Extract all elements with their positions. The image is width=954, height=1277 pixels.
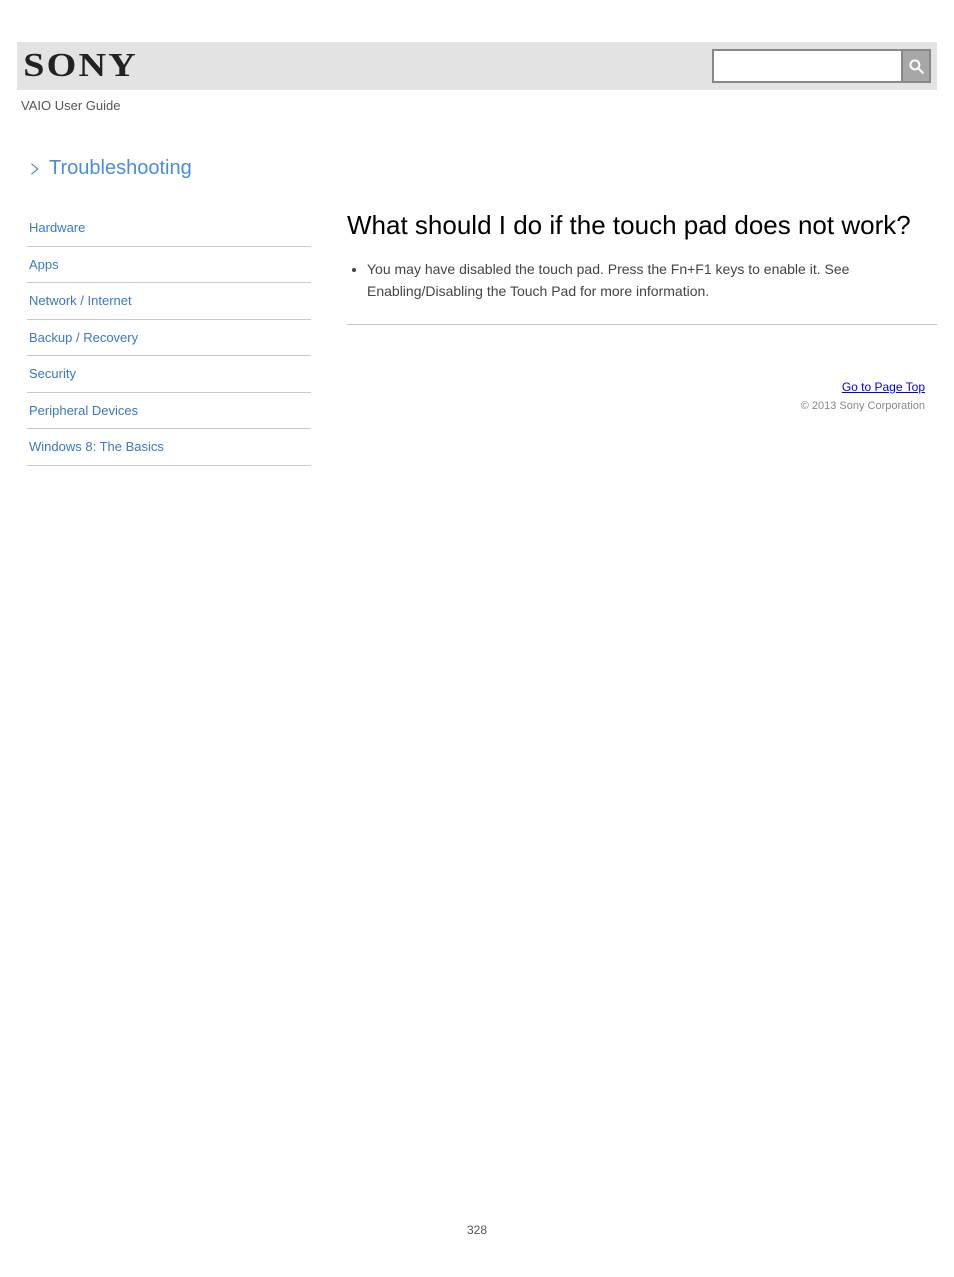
- chevron-right-icon: [27, 162, 41, 176]
- sidebar-item-label: Security: [29, 366, 76, 381]
- sidebar-item-backup[interactable]: Backup / Recovery: [27, 320, 311, 357]
- sidebar-item-network[interactable]: Network / Internet: [27, 283, 311, 320]
- search-button[interactable]: [901, 49, 931, 83]
- sidebar-item-hardware[interactable]: Hardware: [27, 210, 311, 247]
- sidebar-item-apps[interactable]: Apps: [27, 247, 311, 284]
- sidebar-item-label: Backup / Recovery: [29, 330, 138, 345]
- main-content: What should I do if the touch pad does n…: [311, 210, 937, 466]
- search-wrap: [712, 49, 931, 83]
- sidebar-item-label: Apps: [29, 257, 59, 272]
- sidebar-item-windows8[interactable]: Windows 8: The Basics: [27, 429, 311, 466]
- footer-links: Go to Page Top: [842, 380, 925, 394]
- brand-logo: SONY: [21, 47, 138, 85]
- product-line: VAIO User Guide: [17, 98, 937, 113]
- article-title: What should I do if the touch pad does n…: [347, 210, 937, 241]
- footer-copyright: © 2013 Sony Corporation: [801, 400, 925, 412]
- article-bullets: You may have disabled the touch pad. Pre…: [347, 259, 937, 302]
- sidebar-item-label: Peripheral Devices: [29, 403, 138, 418]
- sidebar: Hardware Apps Network / Internet Backup …: [27, 210, 311, 466]
- header-bar: SONY: [17, 42, 937, 90]
- troubleshooting-row: Troubleshooting: [17, 157, 937, 180]
- columns: Hardware Apps Network / Internet Backup …: [17, 210, 937, 466]
- troubleshooting-link[interactable]: Troubleshooting: [49, 157, 192, 180]
- sidebar-item-security[interactable]: Security: [27, 356, 311, 393]
- sidebar-item-label: Hardware: [29, 220, 85, 235]
- content-divider: [347, 324, 937, 325]
- article-bullet: You may have disabled the touch pad. Pre…: [367, 259, 937, 302]
- search-icon: [907, 57, 925, 75]
- sidebar-item-label: Network / Internet: [29, 293, 132, 308]
- sidebar-item-label: Windows 8: The Basics: [29, 439, 164, 454]
- sidebar-item-peripherals[interactable]: Peripheral Devices: [27, 393, 311, 430]
- search-input[interactable]: [712, 49, 901, 83]
- go-to-top-link[interactable]: Go to Page Top: [842, 380, 925, 394]
